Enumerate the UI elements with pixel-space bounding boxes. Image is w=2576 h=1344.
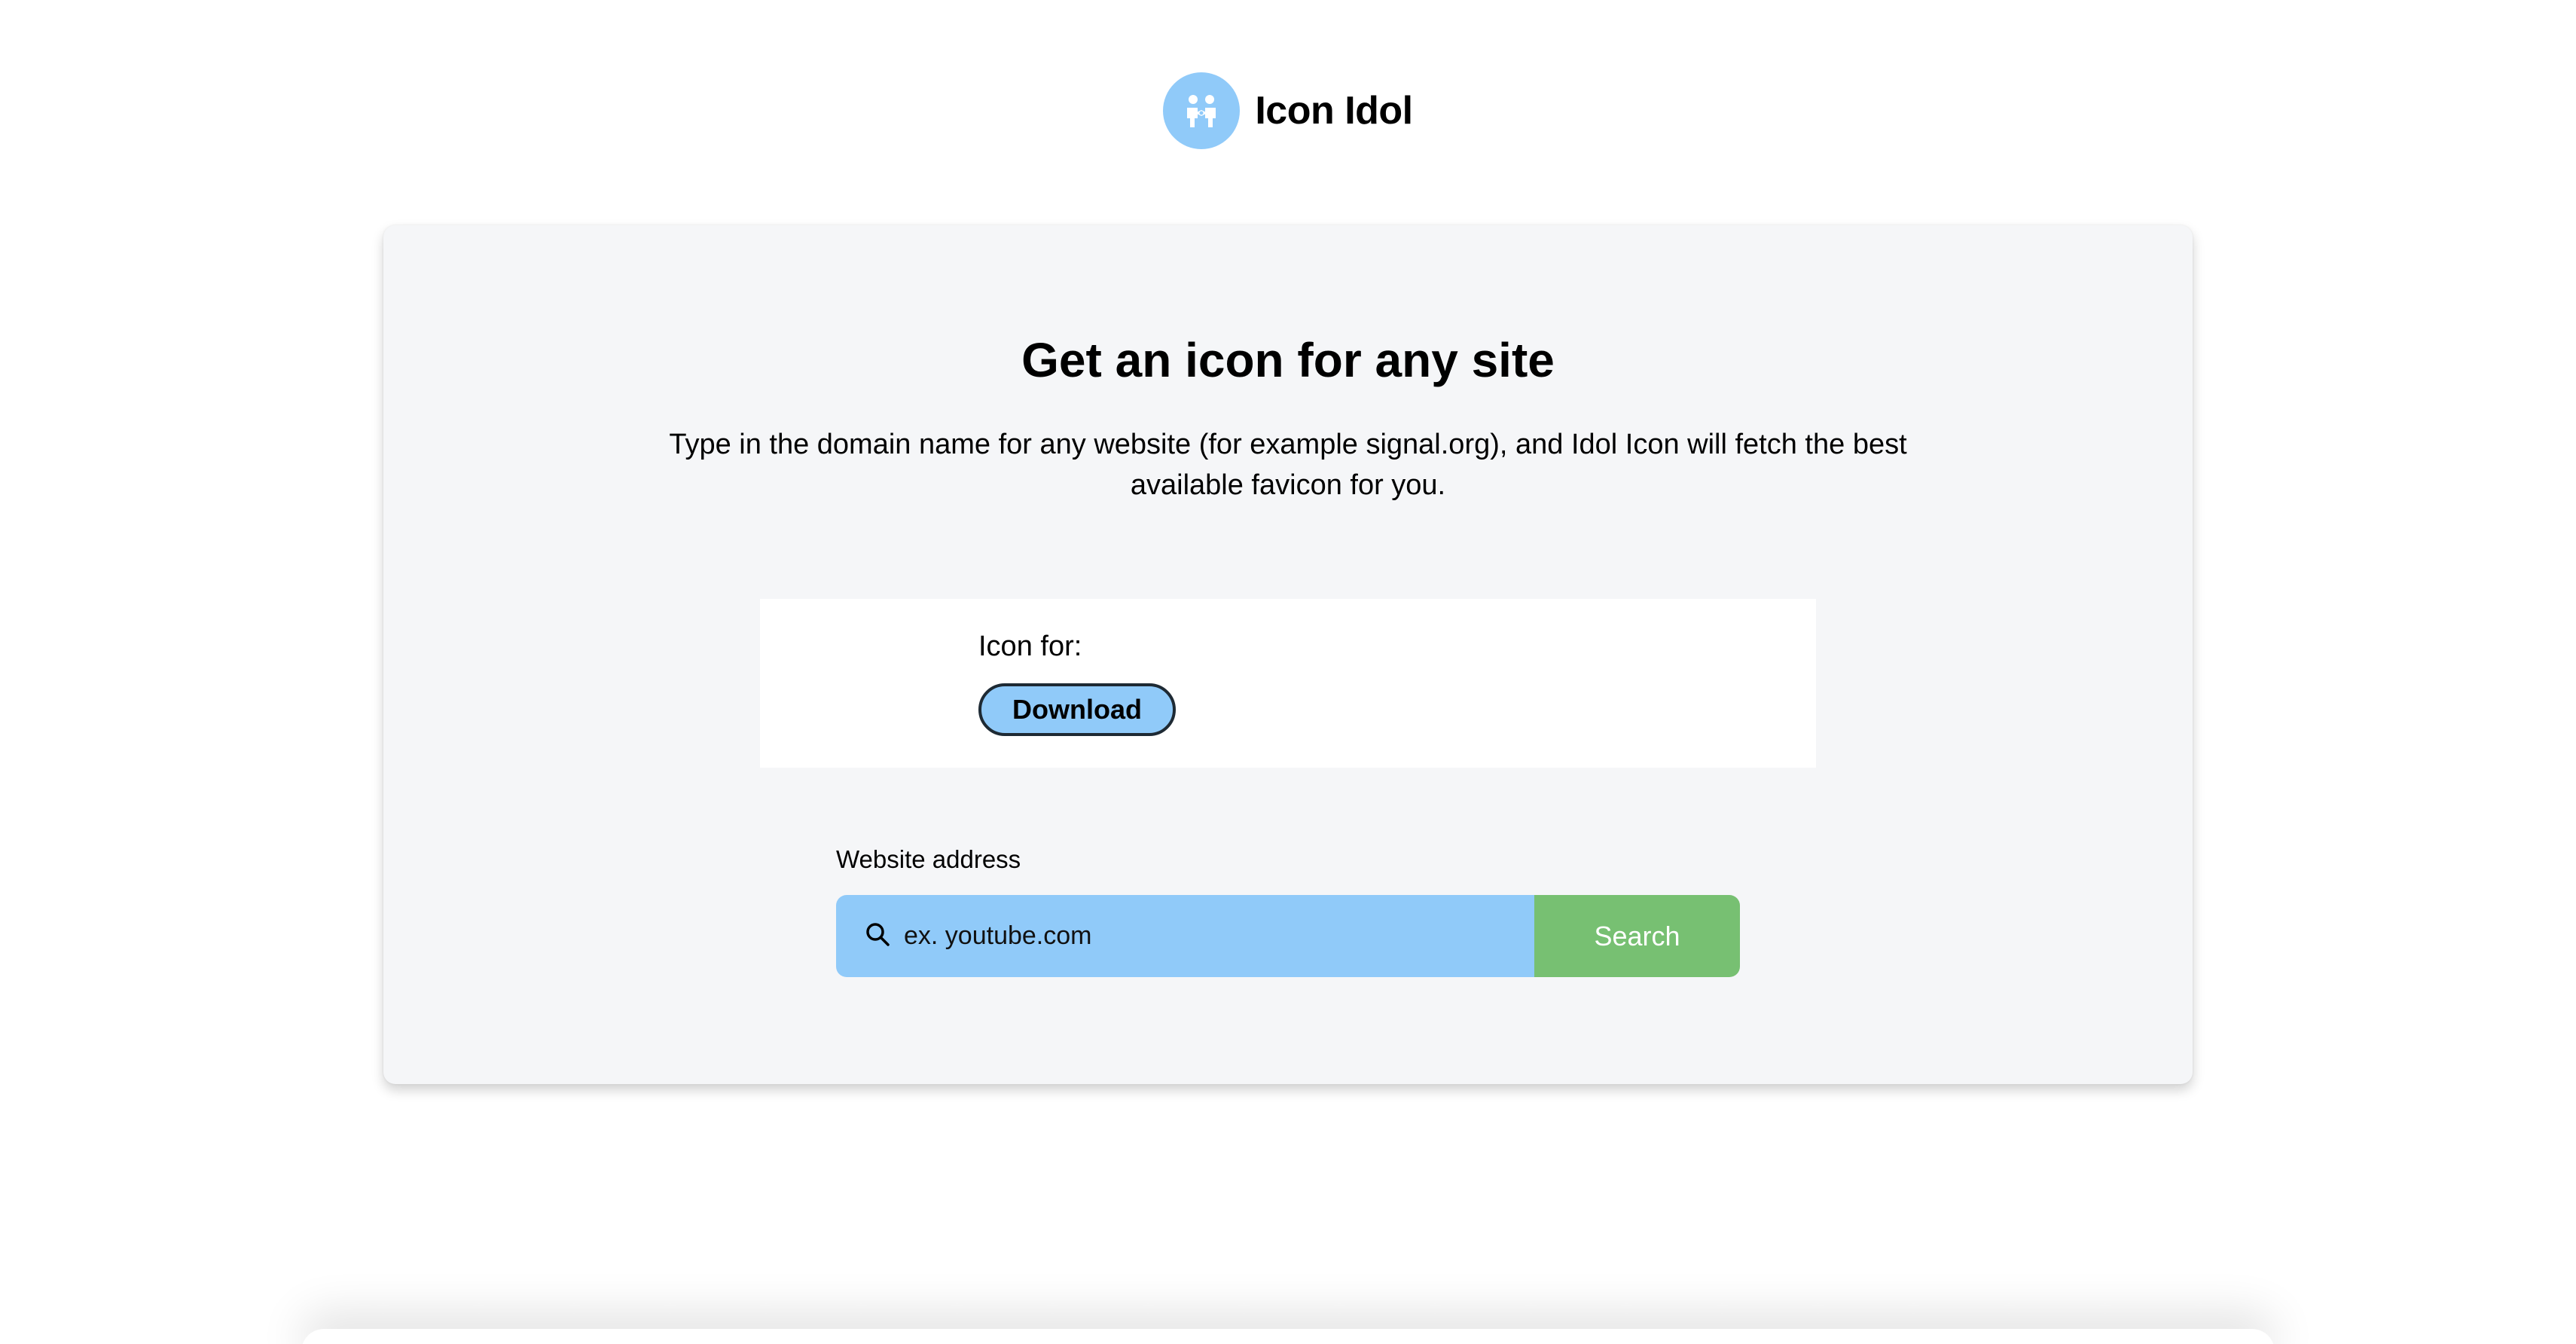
search-bar: Search [836,895,1740,977]
result-panel: Icon for: Download [760,599,1816,768]
main-card: Get an icon for any site Type in the dom… [383,225,2193,1084]
bottom-panel-edge [301,1329,2275,1344]
search-field[interactable] [836,895,1534,977]
website-address-input[interactable] [904,895,1534,977]
page-description: Type in the domain name for any website … [669,429,1907,501]
page-title: Get an icon for any site [1021,333,1555,387]
brand[interactable]: Icon Idol [1163,72,1413,149]
search-button[interactable]: Search [1534,895,1740,977]
brand-name: Icon Idol [1255,89,1413,133]
download-button[interactable]: Download [978,683,1176,736]
people-icon [1163,72,1241,149]
page: Icon Idol Get an icon for any site Type … [0,0,2576,1344]
search-icon [865,921,890,951]
website-address-label: Website address [836,845,1021,873]
header: Icon Idol [0,72,2576,149]
icon-for-label: Icon for: [978,631,1082,662]
